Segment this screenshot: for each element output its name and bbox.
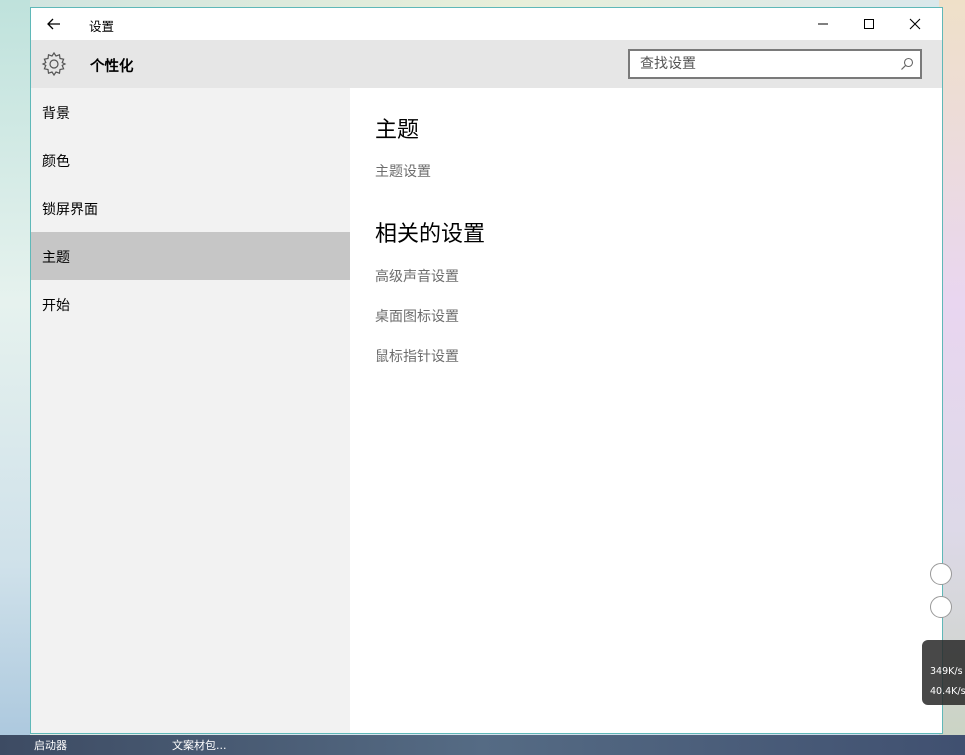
- maximize-icon: [864, 19, 874, 29]
- main-content: 主题 主题设置 相关的设置 高级声音设置 桌面图标设置 鼠标指针设置: [350, 88, 942, 733]
- sidebar-item-label: 颜色: [42, 154, 70, 170]
- page-header: 个性化: [31, 40, 942, 88]
- desktop-background-left: [0, 0, 30, 755]
- desktop-taskbar-strip: 启动器 文案材包...: [0, 735, 965, 755]
- sidebar: 背景 颜色 锁屏界面 主题 开始: [31, 88, 350, 733]
- back-arrow-icon: [47, 18, 60, 30]
- sidebar-item-label: 锁屏界面: [42, 202, 98, 218]
- sidebar-item-label: 背景: [42, 106, 70, 122]
- page-title: 个性化: [90, 59, 134, 75]
- close-button[interactable]: [892, 8, 938, 40]
- sidebar-item-label: 开始: [42, 298, 70, 314]
- desktop-icon-label[interactable]: 启动器: [34, 737, 67, 753]
- sidebar-item-background[interactable]: 背景: [31, 88, 350, 136]
- section-title-related-settings: 相关的设置: [375, 222, 486, 247]
- search-box[interactable]: [628, 49, 922, 79]
- gear-icon: [41, 51, 67, 77]
- back-button[interactable]: [41, 12, 67, 36]
- floating-widget-icon[interactable]: [930, 563, 952, 585]
- upload-speed: 349K/s: [930, 666, 963, 677]
- desktop-icon-settings-link[interactable]: 桌面图标设置: [375, 306, 459, 326]
- close-icon: [909, 18, 921, 30]
- maximize-button[interactable]: [846, 8, 892, 40]
- download-speed: 40.4K/s: [930, 686, 965, 697]
- theme-settings-link[interactable]: 主题设置: [375, 161, 431, 181]
- minimize-button[interactable]: [800, 8, 846, 40]
- app-title: 设置: [89, 19, 115, 34]
- search-icon[interactable]: [900, 57, 914, 71]
- sidebar-item-lock-screen[interactable]: 锁屏界面: [31, 184, 350, 232]
- mouse-pointer-settings-link[interactable]: 鼠标指针设置: [375, 346, 459, 366]
- sidebar-item-label: 主题: [42, 250, 70, 266]
- advanced-sound-settings-link[interactable]: 高级声音设置: [375, 266, 459, 286]
- ime-indicator-icon[interactable]: [930, 596, 952, 618]
- search-input[interactable]: [630, 51, 898, 77]
- settings-window: 设置 个性化 查找设置 背景 颜色 锁屏界面 主题 开始 主题 主题设置 相关的…: [30, 7, 943, 734]
- minimize-icon: [818, 23, 828, 25]
- sidebar-item-colors[interactable]: 颜色: [31, 136, 350, 184]
- desktop-icon-label[interactable]: 文案材包...: [172, 737, 227, 753]
- section-title-themes: 主题: [375, 118, 420, 143]
- title-bar: 设置: [31, 8, 942, 40]
- sidebar-item-themes[interactable]: 主题: [31, 232, 350, 280]
- sidebar-item-start[interactable]: 开始: [31, 280, 350, 328]
